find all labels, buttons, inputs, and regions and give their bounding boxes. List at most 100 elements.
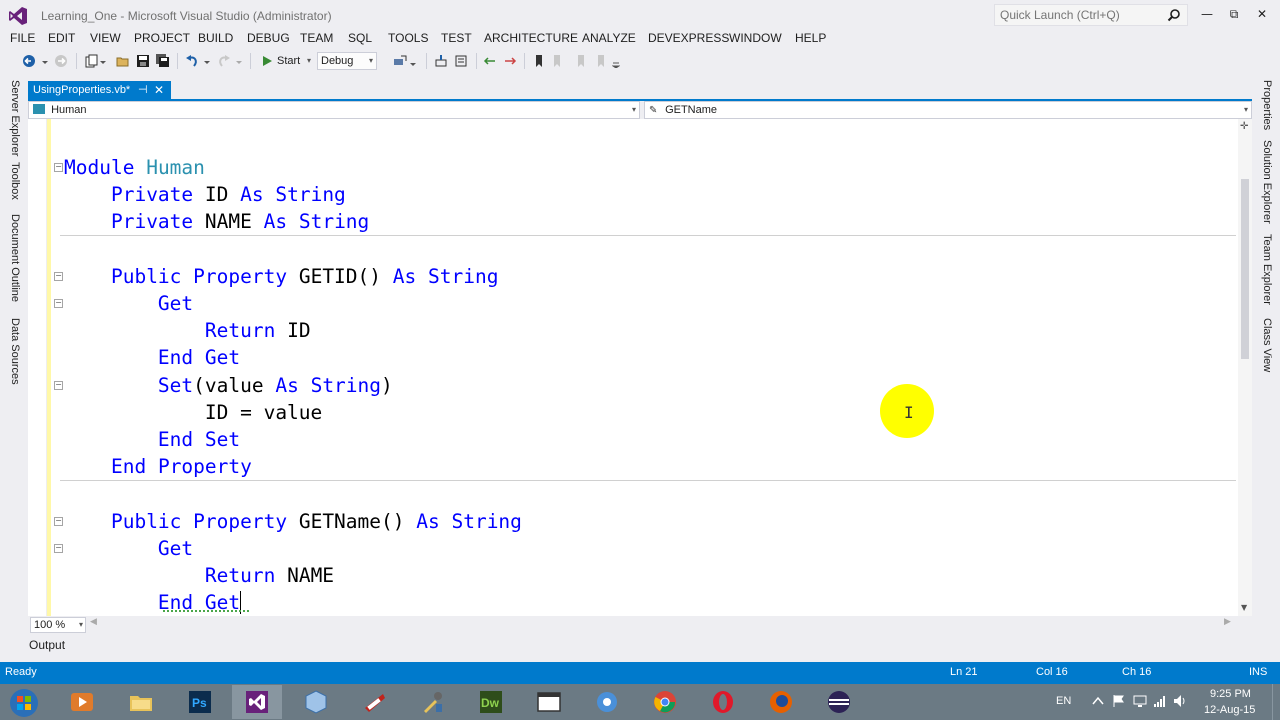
vertical-scrollbar[interactable]: ✛ ▼ (1238, 119, 1252, 616)
pin-icon[interactable]: ⊣ (138, 81, 148, 99)
step-into-icon[interactable] (434, 54, 448, 68)
member-dropdown[interactable]: ✎ GETName ▾ (644, 101, 1252, 119)
network-status-icon[interactable] (1153, 694, 1167, 708)
close-tab-icon[interactable]: ✕ (154, 81, 164, 99)
menu-sql[interactable]: SQL (348, 31, 372, 45)
collapse-toggle[interactable]: − (54, 272, 63, 281)
minimize-button[interactable]: — (1195, 4, 1219, 24)
tab-toolbox[interactable]: Toolbox (9, 162, 21, 200)
step-over-icon[interactable] (454, 54, 468, 68)
virtualbox-icon (305, 690, 327, 714)
scroll-down-icon[interactable]: ▼ (1241, 603, 1247, 612)
taskbar-network[interactable] (582, 685, 632, 719)
attach-process-icon[interactable] (393, 54, 407, 68)
taskbar-eclipse[interactable] (814, 685, 864, 719)
taskbar-opera[interactable] (698, 685, 748, 719)
code-editor[interactable]: − Module Human Private ID As String Priv… (28, 119, 1252, 616)
menu-debug[interactable]: DEBUG (247, 31, 290, 45)
bookmark-icon[interactable] (532, 54, 546, 68)
type-dropdown-value: Human (51, 104, 87, 116)
taskbar-firefox[interactable] (756, 685, 806, 719)
keyword: String (451, 510, 522, 533)
menu-devexpress[interactable]: DEVEXPRESS (648, 31, 729, 45)
scrollbar-thumb[interactable] (1241, 179, 1249, 359)
taskbar-photoshop[interactable]: Ps (175, 685, 225, 719)
tab-data-sources[interactable]: Data Sources (9, 318, 21, 385)
menu-help[interactable]: HELP (795, 31, 826, 45)
media-player-icon (71, 693, 93, 711)
taskbar-virtualbox[interactable] (291, 685, 341, 719)
display-icon[interactable] (1133, 694, 1147, 708)
split-handle-icon[interactable]: ✛ (1240, 121, 1248, 132)
zoom-level-dropdown[interactable]: 100 % ▾ (30, 617, 86, 633)
quick-launch-input[interactable] (995, 5, 1165, 25)
menu-file[interactable]: FILE (10, 31, 35, 45)
restore-button[interactable]: ⧉ (1222, 4, 1246, 24)
keyword: As (240, 183, 264, 206)
menu-analyze[interactable]: ANALYZE (582, 31, 636, 45)
tab-class-view[interactable]: Class View (1261, 318, 1273, 372)
taskbar-dreamweaver[interactable]: Dw (466, 685, 516, 719)
scroll-right-icon[interactable]: ▶ (1224, 617, 1231, 627)
volume-icon[interactable] (1173, 694, 1187, 708)
quick-launch-box[interactable] (994, 4, 1188, 26)
code-line: End Property (64, 453, 252, 480)
collapse-toggle[interactable]: − (54, 163, 63, 172)
menu-team[interactable]: TEAM (300, 31, 333, 45)
collapse-toggle[interactable]: − (54, 299, 63, 308)
dropdown-arrow-icon[interactable] (410, 54, 416, 68)
collapse-toggle[interactable]: − (54, 517, 63, 526)
tab-solution-explorer[interactable]: Solution Explorer (1261, 140, 1273, 224)
taskbar-file-explorer[interactable] (116, 685, 166, 719)
visual-studio-icon (246, 691, 268, 713)
menu-build[interactable]: BUILD (198, 31, 233, 45)
menu-project[interactable]: PROJECT (134, 31, 190, 45)
next-bookmark-icon[interactable] (574, 54, 588, 68)
action-center-icon[interactable] (1112, 694, 1126, 708)
document-tab-usingproperties[interactable]: UsingProperties.vb* ⊣ ✕ (28, 81, 171, 99)
keyword: Public (110, 265, 182, 288)
clear-bookmarks-icon[interactable] (594, 54, 608, 68)
menu-tools[interactable]: TOOLS (388, 31, 428, 45)
navigation-bar: Human ▾ ✎ GETName ▾ (28, 101, 1252, 119)
keyword: String (275, 183, 346, 206)
menu-view[interactable]: VIEW (90, 31, 121, 45)
tab-output[interactable]: Output (29, 638, 65, 652)
tray-arrow-icon[interactable] (1092, 696, 1104, 706)
start-button[interactable] (0, 685, 50, 719)
uncomment-icon[interactable] (503, 54, 517, 68)
taskbar-window[interactable] (524, 685, 574, 719)
type-dropdown[interactable]: Human ▾ (28, 101, 640, 119)
show-desktop-button[interactable] (1272, 684, 1280, 720)
menu-test[interactable]: TEST (441, 31, 472, 45)
taskbar-tools[interactable] (408, 685, 458, 719)
clock-time[interactable]: 9:25 PM (1210, 688, 1251, 700)
code-line: ID = value (64, 401, 323, 424)
taskbar-visual-studio[interactable] (232, 685, 282, 719)
search-icon[interactable] (1167, 8, 1181, 22)
keyword: Get (157, 537, 194, 560)
keyword: End (110, 455, 147, 478)
tab-properties[interactable]: Properties (1261, 80, 1273, 130)
toolbar-overflow-icon[interactable] (612, 54, 620, 68)
taskbar-media-player[interactable] (57, 685, 107, 719)
scroll-left-icon[interactable]: ◀ (90, 617, 97, 627)
taskbar-filezilla[interactable] (350, 685, 400, 719)
comment-out-icon[interactable] (483, 54, 497, 68)
close-button[interactable]: ✕ (1250, 4, 1274, 24)
svg-text:Ps: Ps (192, 696, 207, 710)
chevron-down-icon: ▾ (1243, 105, 1248, 114)
clock-date[interactable]: 12-Aug-15 (1204, 704, 1255, 716)
taskbar-chrome[interactable] (640, 685, 690, 719)
tab-team-explorer[interactable]: Team Explorer (1261, 234, 1273, 305)
menu-architecture[interactable]: ARCHITECTURE (484, 31, 578, 45)
previous-bookmark-icon[interactable] (550, 54, 564, 68)
collapse-toggle[interactable]: − (54, 381, 63, 390)
menu-edit[interactable]: EDIT (48, 31, 75, 45)
tab-document-outline[interactable]: Document Outline (9, 214, 21, 302)
input-language[interactable]: EN (1056, 695, 1071, 707)
collapse-toggle[interactable]: − (54, 544, 63, 553)
code-area[interactable]: − Module Human Private ID As String Priv… (28, 119, 1238, 616)
tab-server-explorer[interactable]: Server Explorer (9, 80, 21, 156)
menu-window[interactable]: WINDOW (729, 31, 782, 45)
